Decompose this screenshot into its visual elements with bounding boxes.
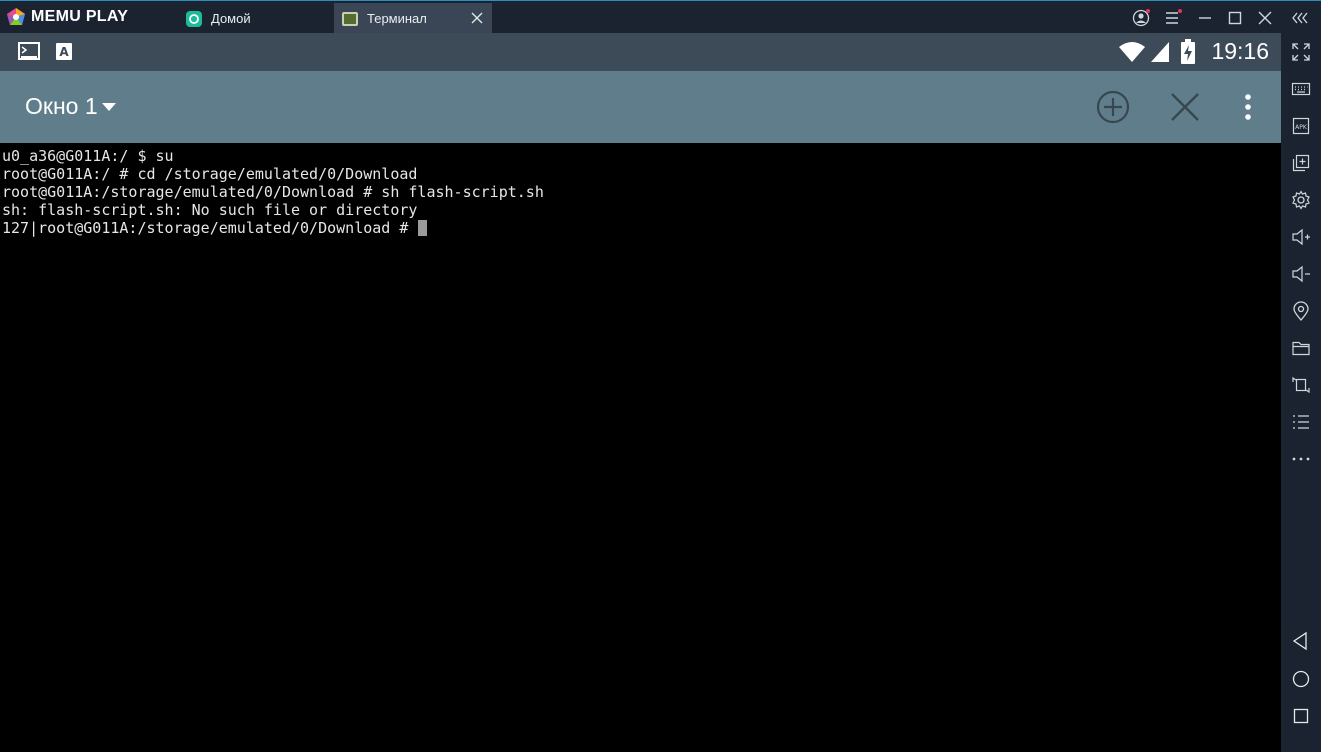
volume-down-icon[interactable] xyxy=(1291,264,1311,284)
battery-charging-icon xyxy=(1181,39,1195,64)
window-selector[interactable]: Окно 1 xyxy=(25,93,117,120)
dropdown-arrow-icon xyxy=(101,102,116,111)
menu-icon[interactable] xyxy=(1164,9,1182,27)
more-options-icon[interactable] xyxy=(1291,449,1311,469)
new-window-icon[interactable] xyxy=(1095,89,1131,125)
emulator-sidebar: APK xyxy=(1281,33,1321,752)
location-icon[interactable] xyxy=(1291,301,1311,321)
apk-install-icon[interactable]: APK xyxy=(1291,116,1311,136)
svg-text:APK: APK xyxy=(1295,124,1308,131)
terminal-output[interactable]: u0_a36@G011A:/ $ su root@G011A:/ # cd /s… xyxy=(0,143,1281,752)
terminal-line: root@G011A:/storage/emulated/0/Download … xyxy=(2,183,544,201)
close-window-session-icon[interactable] xyxy=(1168,90,1202,124)
volume-up-icon[interactable] xyxy=(1291,227,1311,247)
tab-home[interactable]: Домой xyxy=(178,3,332,34)
tab-home-label: Домой xyxy=(211,11,251,26)
terminal-cursor xyxy=(418,220,428,236)
keyboard-notification-icon: A xyxy=(56,43,72,60)
emulator-titlebar: MEMU PLAY Домой Терминал xyxy=(0,0,1321,34)
home-nav-icon[interactable] xyxy=(1291,669,1311,689)
memu-logo-icon xyxy=(7,8,25,25)
folder-icon[interactable] xyxy=(1291,338,1311,358)
terminal-app-bar: Окно 1 xyxy=(0,71,1281,143)
tab-terminal[interactable]: Терминал xyxy=(334,3,492,34)
terminal-app-icon xyxy=(342,11,358,26)
terminal-line: root@G011A:/ # cd /storage/emulated/0/Do… xyxy=(2,165,418,183)
settings-gear-icon[interactable] xyxy=(1291,190,1311,210)
signal-icon xyxy=(1151,42,1169,62)
memu-logo: MEMU PLAY xyxy=(6,7,128,27)
account-icon[interactable] xyxy=(1132,9,1150,27)
recent-apps-nav-icon[interactable] xyxy=(1291,706,1311,726)
minimize-icon[interactable] xyxy=(1196,9,1214,27)
terminal-line: sh: flash-script.sh: No such file or dir… xyxy=(2,201,418,219)
svg-text:A: A xyxy=(59,45,69,59)
maximize-icon[interactable] xyxy=(1226,9,1244,27)
tab-close-icon[interactable] xyxy=(470,11,484,25)
home-app-icon xyxy=(186,10,202,27)
overflow-menu-icon[interactable] xyxy=(1240,93,1256,121)
android-status-bar: A 19:16 xyxy=(0,33,1281,71)
tab-terminal-label: Терминал xyxy=(367,11,427,26)
status-clock: 19:16 xyxy=(1211,38,1269,64)
keyboard-icon[interactable] xyxy=(1291,79,1311,99)
window-title: Окно 1 xyxy=(25,93,98,119)
terminal-line: u0_a36@G011A:/ $ su xyxy=(2,147,174,165)
terminal-notification-icon xyxy=(18,42,40,60)
logo-text: MEMU PLAY xyxy=(31,8,129,25)
operation-list-icon[interactable] xyxy=(1291,412,1311,432)
terminal-prompt-line: 127|root@G011A:/storage/emulated/0/Downl… xyxy=(2,219,428,237)
wifi-icon xyxy=(1119,42,1145,62)
collapse-sidebar-icon[interactable] xyxy=(1291,9,1309,27)
fullscreen-icon[interactable] xyxy=(1291,42,1311,62)
close-window-icon[interactable] xyxy=(1256,9,1274,27)
terminal-prompt: 127|root@G011A:/storage/emulated/0/Downl… xyxy=(2,219,418,237)
multi-instance-icon[interactable] xyxy=(1291,153,1311,173)
rotate-screen-icon[interactable] xyxy=(1291,375,1311,395)
back-nav-icon[interactable] xyxy=(1291,631,1311,651)
